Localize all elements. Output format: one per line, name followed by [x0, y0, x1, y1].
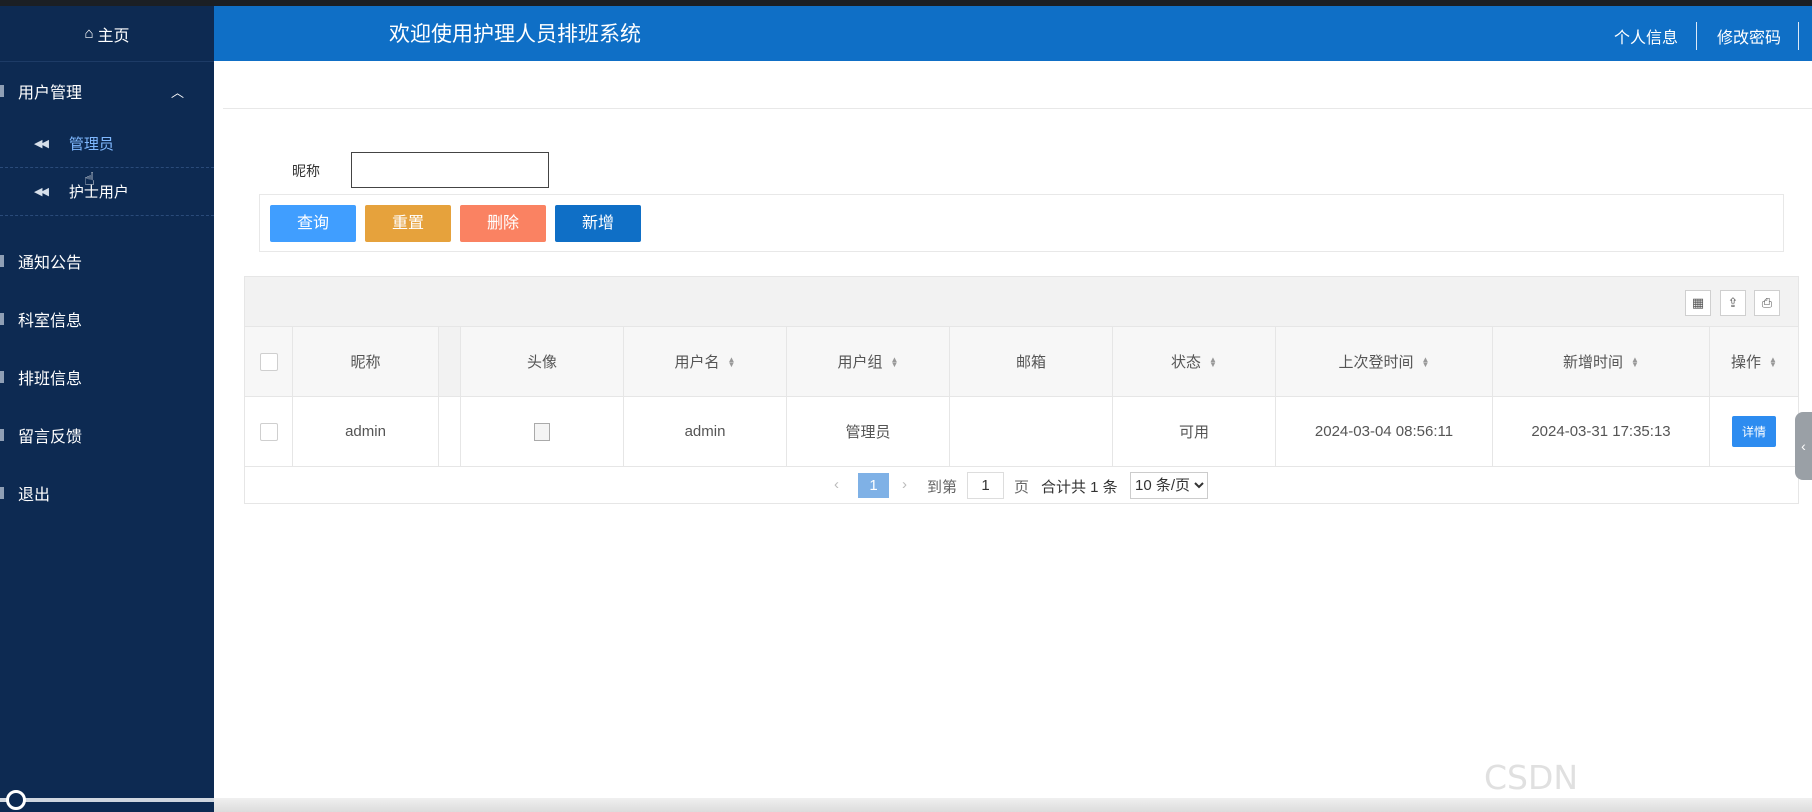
header-divider [1798, 22, 1799, 50]
cell-status: 可用 [1113, 397, 1276, 466]
action-bar: 查询 重置 删除 新增 [259, 194, 1784, 252]
reset-button[interactable]: 重置 [365, 205, 451, 242]
sidebar-item-departments[interactable]: 科室信息 [0, 290, 214, 348]
pagination: ‹ 1 › 到第 1 页 合计共 1 条 10 条/页 [245, 467, 1798, 505]
sidebar: ⌂ 主页 用户管理 ︿ ◀◀ 管理员 ◀◀ 护士用户 通知公告 科室信息 排班信… [0, 6, 214, 812]
row-checkbox-cell [245, 397, 293, 466]
page-number-current[interactable]: 1 [858, 473, 889, 498]
header-divider [1696, 22, 1697, 50]
export-icon[interactable]: ⇪ [1720, 290, 1746, 316]
column-header-group[interactable]: 用户组 ▲ ▼ [787, 327, 950, 396]
sidebar-item-label: 留言反馈 [18, 429, 83, 446]
page-size-select[interactable]: 10 条/页 [1130, 472, 1208, 499]
sort-icon: ▲ ▼ [1209, 354, 1217, 369]
sidebar-item-notices[interactable]: 通知公告 [0, 232, 214, 290]
column-header-email: 邮箱 [950, 327, 1113, 396]
sidebar-scrollbar[interactable] [0, 790, 214, 810]
cell-group: 管理员 [787, 397, 950, 466]
header-checkbox-cell [245, 327, 293, 396]
delete-button[interactable]: 删除 [460, 205, 546, 242]
table-toolbar: ▦ ⇪ ⎙ [245, 277, 1798, 327]
collapse-handle-icon[interactable]: ‹ [1795, 412, 1812, 480]
sort-icon: ▲ ▼ [890, 354, 899, 369]
sidebar-item-feedback[interactable]: 留言反馈 [0, 406, 214, 464]
sidebar-item-label: 排班信息 [18, 371, 83, 388]
next-page-icon[interactable]: › [902, 476, 907, 493]
cell-created: 2024-03-31 17:35:13 [1493, 397, 1710, 466]
sidebar-item-schedules[interactable]: 排班信息 [0, 348, 214, 406]
detail-button[interactable]: 详情 [1731, 416, 1776, 447]
column-header-created[interactable]: 新增时间 ▲ ▼ [1493, 327, 1710, 396]
menu-icon [0, 371, 4, 383]
change-password-link[interactable]: 修改密码 [1717, 24, 1781, 48]
sidebar-item-label: 管理员 [68, 136, 114, 153]
cell-avatar [461, 397, 624, 466]
column-header-last-login[interactable]: 上次登时间 ▲ ▼ [1276, 327, 1493, 396]
sort-icon: ▲ ▼ [727, 354, 736, 369]
cell-ops: 详情 [1710, 397, 1798, 466]
column-header-status[interactable]: 状态 ▲ ▼ [1113, 327, 1276, 396]
top-header: 欢迎使用护理人员排班系统 个人信息 修改密码 [214, 6, 1812, 61]
nickname-search-label: 昵称 [292, 163, 320, 179]
sort-icon: ▲ ▼ [1769, 354, 1777, 369]
double-chevron-left-icon: ◀◀ [34, 186, 49, 198]
cell-last-login: 2024-03-04 08:56:11 [1276, 397, 1493, 466]
row-checkbox[interactable] [259, 422, 278, 441]
horizontal-scrollbar[interactable] [214, 798, 1812, 812]
column-resizer[interactable] [439, 327, 461, 396]
broken-image-icon [534, 422, 550, 441]
sidebar-item-logout[interactable]: 退出 [0, 464, 214, 522]
divider [223, 108, 1812, 109]
table-row: admin admin 管理员 可用 2024-03-04 08:56:11 2… [245, 397, 1798, 467]
sidebar-item-label: 退出 [18, 487, 51, 504]
sidebar-home-label: 主页 [97, 27, 130, 45]
column-header-username[interactable]: 用户名 ▲ ▼ [624, 327, 787, 396]
table-header-row: 昵称 头像 用户名 ▲ ▼ 用户组 ▲ ▼ 邮箱 状态 ▲ ▼ 上次登时间 ▲ ▼ 新增时间 ▲ ▼… [245, 327, 1798, 397]
sidebar-item-label: 科室信息 [18, 313, 83, 330]
cell-spacer [439, 397, 461, 466]
mouse-cursor-icon: ☝ [84, 169, 95, 189]
user-table: ▦ ⇪ ⎙ 昵称 头像 用户名 ▲ ▼ 用户组 ▲ ▼ 邮箱 状态 ▲ ▼ 上次登时间 ▲ ▼ … [244, 276, 1799, 504]
nickname-search-input[interactable] [351, 152, 549, 188]
sort-icon: ▲ ▼ [1421, 354, 1430, 369]
scrollbar-thumb[interactable] [6, 790, 26, 810]
prev-page-icon[interactable]: ‹ [834, 476, 839, 493]
menu-icon [0, 487, 4, 499]
column-header-ops[interactable]: 操作 ▲ ▼ [1710, 327, 1798, 396]
sidebar-item-nurse-users[interactable]: ◀◀ 护士用户 [0, 168, 214, 216]
menu-icon [0, 313, 4, 325]
sidebar-item-label: 护士用户 [68, 184, 129, 201]
cell-nickname: admin [293, 397, 439, 466]
chevron-up-icon: ︿ [170, 84, 184, 100]
sidebar-item-user-management[interactable]: 用户管理 ︿ [0, 62, 214, 120]
page-unit-label: 页 [1014, 479, 1030, 496]
sidebar-item-label: 通知公告 [18, 255, 83, 272]
sidebar-item-admin[interactable]: ◀◀ 管理员 [0, 120, 214, 168]
sidebar-home[interactable]: ⌂ 主页 [0, 6, 214, 62]
sort-icon: ▲ ▼ [1631, 354, 1639, 369]
query-button[interactable]: 查询 [270, 205, 356, 242]
menu-icon [0, 255, 4, 267]
cell-username: admin [624, 397, 787, 466]
select-all-checkbox[interactable] [259, 352, 278, 371]
home-icon: ⌂ [84, 25, 94, 42]
menu-icon [0, 85, 4, 97]
columns-icon[interactable]: ▦ [1685, 290, 1711, 316]
menu-icon [0, 429, 4, 441]
print-icon[interactable]: ⎙ [1754, 290, 1780, 316]
total-count-label: 合计共 1 条 [1041, 479, 1118, 496]
sidebar-item-label: 用户管理 [18, 85, 83, 102]
page-title: 欢迎使用护理人员排班系统 [389, 23, 641, 46]
column-header-avatar: 头像 [461, 327, 624, 396]
add-button[interactable]: 新增 [555, 205, 641, 242]
column-header-nickname: 昵称 [293, 327, 439, 396]
cell-email [950, 397, 1113, 466]
goto-page-input[interactable]: 1 [967, 472, 1004, 499]
goto-label: 到第 [927, 479, 958, 496]
double-chevron-left-icon: ◀◀ [34, 138, 49, 150]
profile-link[interactable]: 个人信息 [1614, 24, 1678, 48]
